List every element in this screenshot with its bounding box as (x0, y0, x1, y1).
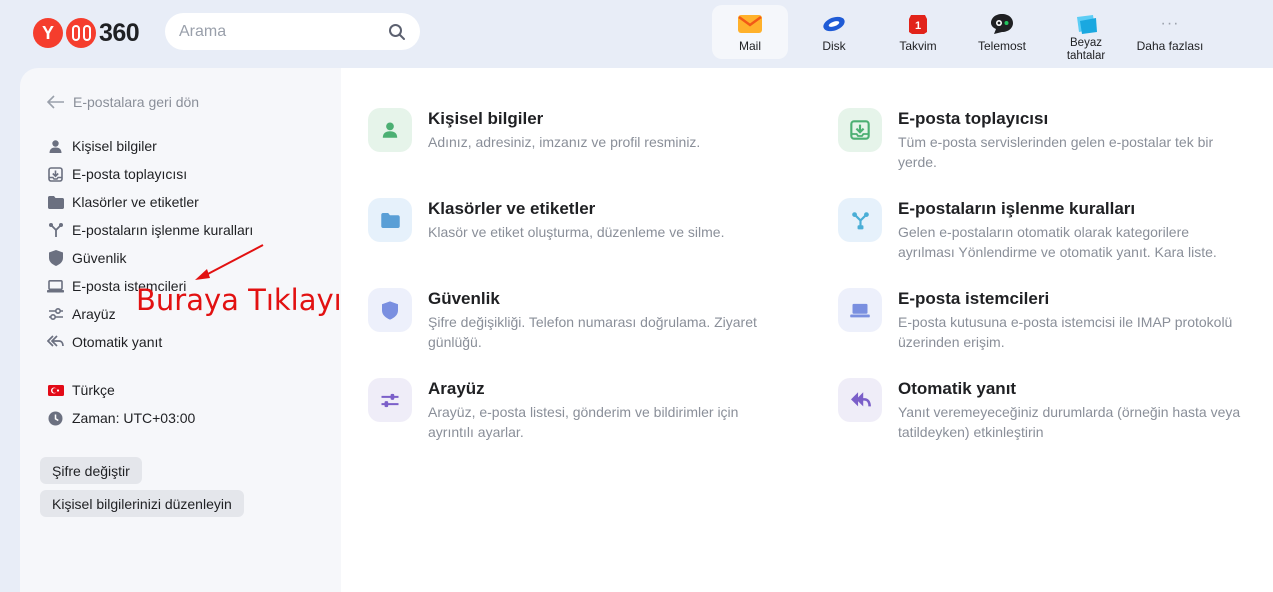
card-folders-labels[interactable]: Klasörler ve etiketler Klasör ve etiket o… (368, 198, 788, 242)
settings-sidebar: E-postalara geri dön Kişisel bilgiler E-… (20, 68, 341, 592)
more-icon: ··· (1160, 15, 1180, 32)
language-label: Türkçe (72, 382, 115, 398)
app-daha-fazlasi[interactable]: ··· Daha fazlası (1132, 5, 1208, 59)
rules-icon (47, 222, 64, 239)
app-takvim-label: Takvim (899, 39, 937, 53)
card-title: Güvenlik (428, 289, 500, 308)
annotation-text: Buraya Tıklayın (136, 283, 361, 317)
telemost-icon (990, 13, 1014, 35)
card-description: Tüm e-posta servislerinden gelen e-posta… (898, 134, 1214, 170)
sidebar-item-personal[interactable]: Kişisel bilgiler (47, 132, 253, 160)
sliders-icon (47, 306, 64, 323)
sidebar-item-label: Kişisel bilgiler (72, 138, 157, 154)
search-box[interactable] (165, 13, 420, 50)
app-beyaz-tahtalar[interactable]: Beyaz tahtalar (1048, 5, 1124, 62)
person-icon (47, 138, 64, 155)
clock-icon (47, 410, 64, 427)
folder-icon (47, 194, 64, 211)
app-disk-label: Disk (822, 39, 846, 53)
card-title: Arayüz (428, 379, 485, 398)
app-switcher: Mail Disk 1 Takvim Telemost Beyaz tahtala… (712, 5, 1216, 62)
annotation-arrow (195, 244, 264, 280)
card-interface[interactable]: Arayüz Arayüz, e-posta listesi, gönderim … (368, 378, 768, 442)
inbox-download-icon (47, 166, 64, 183)
card-title: Kişisel bilgiler (428, 109, 544, 128)
card-processing-rules[interactable]: E-postaların işlenme kuralları Gelen e-po… (838, 198, 1238, 262)
arrow-left-icon (47, 95, 64, 109)
app-beyaz-label: Beyaz tahtalar (1066, 37, 1106, 62)
sidebar-item-label: Güvenlik (72, 250, 127, 266)
card-email-collector[interactable]: E-posta toplayıcısı Tüm e-posta servisler… (838, 108, 1238, 172)
card-description: Şifre değişikliği. Telefon numarası doğr… (428, 314, 757, 350)
turkey-flag-icon (47, 382, 64, 399)
card-email-clients[interactable]: E-posta istemcileri E-posta kutusuna e-po… (838, 288, 1238, 352)
sidebar-item-autoreply[interactable]: Otomatik yanıt (47, 328, 253, 356)
calendar-icon: 1 (906, 13, 930, 35)
app-telemost[interactable]: Telemost (964, 5, 1040, 59)
app-telemost-label: Telemost (977, 39, 1027, 53)
disk-icon (822, 13, 846, 35)
sidebar-item-collector[interactable]: E-posta toplayıcısı (47, 160, 253, 188)
timezone-selector[interactable]: Zaman: UTC+03:00 (47, 404, 195, 432)
card-title: E-postaların işlenme kuralları (898, 199, 1136, 218)
laptop-icon (838, 288, 882, 332)
sidebar-item-folders[interactable]: Klasörler ve etiketler (47, 188, 253, 216)
card-security[interactable]: Güvenlik Şifre değişikliği. Telefon numar… (368, 288, 768, 352)
card-description: Adınız, adresiniz, imzanız ve profil res… (428, 134, 701, 150)
sidebar-item-label: Arayüz (72, 306, 116, 322)
search-icon[interactable] (388, 23, 406, 41)
card-auto-reply[interactable]: Otomatik yanıt Yanıt veremeyeceğiniz duru… (838, 378, 1248, 442)
search-input[interactable] (179, 22, 388, 41)
card-description: Klasör ve etiket oluşturma, düzenleme ve… (428, 224, 725, 240)
whiteboard-icon (1074, 13, 1098, 35)
folder-icon (368, 198, 412, 242)
logo-text: 360 (99, 18, 140, 47)
reply-all-icon (47, 334, 64, 351)
sidebar-item-label: Otomatik yanıt (72, 334, 163, 350)
inbox-download-icon (838, 108, 882, 152)
yandex-360-logo[interactable]: Y 360 (33, 18, 140, 48)
back-label: E-postalara geri dön (73, 94, 200, 110)
card-personal-info[interactable]: Kişisel bilgiler Adınız, adresiniz, imzan… (368, 108, 788, 152)
sidebar-meta: Türkçe Zaman: UTC+03:00 (47, 376, 195, 432)
app-more-label: Daha fazlası (1136, 39, 1204, 53)
app-mail[interactable]: Mail (712, 5, 788, 59)
change-password-button[interactable]: Şifre değiştir (40, 457, 142, 484)
person-icon (368, 108, 412, 152)
sidebar-item-label: E-posta toplayıcısı (72, 166, 188, 182)
edit-personal-info-button[interactable]: Kişisel bilgilerinizi düzenleyin (40, 490, 244, 517)
calendar-badge: 1 (915, 20, 921, 32)
rules-icon (838, 198, 882, 242)
timezone-label: Zaman: UTC+03:00 (72, 410, 196, 426)
sidebar-item-label: E-postaların işlenme kuralları (72, 222, 254, 238)
card-description: Arayüz, e-posta listesi, gönderim ve bil… (428, 404, 739, 440)
card-title: Klasörler ve etiketler (428, 199, 596, 218)
mail-icon (738, 13, 762, 35)
card-description: Yanıt veremeyeceğiniz durumlarda (örneği… (898, 404, 1241, 440)
shield-icon (368, 288, 412, 332)
app-mail-label: Mail (738, 39, 761, 53)
app-disk[interactable]: Disk (796, 5, 872, 59)
sidebar-item-label: Klasörler ve etiketler (72, 194, 199, 210)
back-to-mail-link[interactable]: E-postalara geri dön (47, 94, 199, 110)
laptop-icon (47, 278, 64, 295)
language-selector[interactable]: Türkçe (47, 376, 195, 404)
card-title: E-posta toplayıcısı (898, 109, 1049, 128)
logo-y-icon: Y (33, 18, 63, 48)
shield-icon (47, 250, 64, 267)
card-title: Otomatik yanıt (898, 379, 1017, 398)
logo-rings-icon (66, 18, 96, 48)
reply-all-icon (838, 378, 882, 422)
sliders-icon (368, 378, 412, 422)
card-title: E-posta istemcileri (898, 289, 1050, 308)
card-description: E-posta kutusuna e-posta istemcisi ile I… (898, 314, 1233, 350)
card-description: Gelen e-postaların otomatik olarak kateg… (898, 224, 1217, 260)
app-takvim[interactable]: 1 Takvim (880, 5, 956, 59)
